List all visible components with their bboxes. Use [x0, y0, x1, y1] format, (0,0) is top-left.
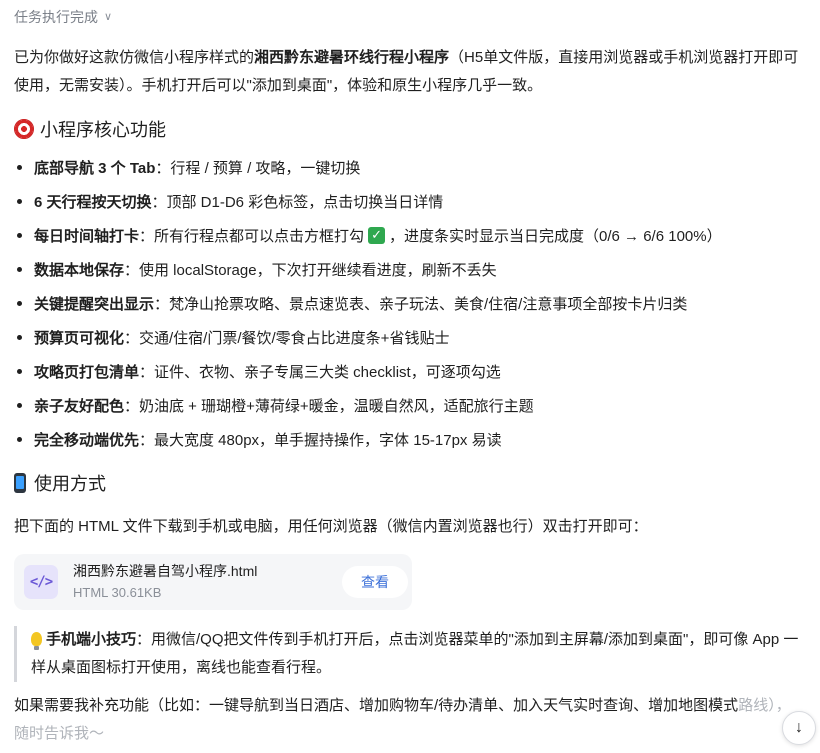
tip-title: 手机端小技巧 [46, 631, 137, 648]
check-mark-icon: ✓ [368, 226, 386, 244]
feature-title: 数据本地保存 [34, 261, 125, 279]
feature-title: 攻略页打包清单 [34, 363, 140, 381]
file-meta: 湘西黔东避暑自驾小程序.html HTML 30.61KB [73, 561, 257, 603]
intro-text-1: 已为你做好这款仿微信小程序样式的 [14, 49, 255, 66]
feature-desc: ：行程 / 预算 / 攻略，一键切换 [155, 159, 361, 177]
feature-title: 亲子友好配色 [34, 397, 125, 415]
usage-heading-text: 使用方式 [34, 474, 106, 494]
feature-title: 完全移动端优先 [34, 431, 140, 449]
tip-text: ：用微信/QQ把文件传到手机打开后，点击浏览器菜单的"添加到主屏幕/添加到桌面"… [31, 631, 799, 676]
feature-desc: ：证件、衣物、亲子专属三大类 checklist，可逐项勾选 [139, 363, 501, 381]
core-features-heading: 小程序核心功能 [14, 112, 814, 146]
feature-title: 6 天行程按天切换 [34, 193, 152, 211]
task-status[interactable]: 任务执行完成 ∨ [14, 0, 814, 34]
feature-desc: ：使用 localStorage，下次打开继续看进度，刷新不丢失 [124, 261, 497, 279]
chevron-down-icon[interactable]: ∨ [104, 10, 112, 23]
feature-list: 底部导航 3 个 Tab ：行程 / 预算 / 攻略，一键切换 6 天行程按天切换… [14, 150, 814, 456]
list-item: 数据本地保存 ：使用 localStorage，下次打开继续看进度，刷新不丢失 [14, 252, 814, 286]
view-file-button[interactable]: 查看 [342, 566, 408, 598]
feature-title: 底部导航 3 个 Tab [34, 159, 156, 177]
list-item: 关键提醒突出显示 ：梵净山抢票攻略、景点速览表、亲子玩法、美食/住宿/注意事项全部… [14, 286, 814, 320]
list-item: 6 天行程按天切换 ：顶部 D1-D6 彩色标签，点击切换当日详情 [14, 184, 814, 218]
chat-message: 任务执行完成 ∨ 已为你做好这款仿微信小程序样式的湘西黔东避暑环线行程小程序（H… [14, 0, 814, 748]
list-item: 每日时间轴打卡 ：所有行程点都可以点击方框打勾 ✓ ，进度条实时显示当日完成度（0/6… [14, 218, 814, 252]
intro-paragraph: 已为你做好这款仿微信小程序样式的湘西黔东避暑环线行程小程序（H5单文件版，直接用… [14, 44, 804, 100]
feature-desc: ：奶油底 + 珊瑚橙+薄荷绿+暖金，温暖自然风，适配旅行主题 [124, 397, 534, 415]
list-item: 底部导航 3 个 Tab ：行程 / 预算 / 攻略，一键切换 [14, 150, 814, 184]
code-file-icon: </> [24, 565, 58, 599]
intro-bold: 湘西黔东避暑环线行程小程序 [254, 49, 450, 66]
arrow-down-icon: ↓ [795, 719, 803, 736]
target-icon [14, 119, 34, 139]
closing-paragraph: 如果需要我补充功能（比如：一键导航到当日酒店、增加购物车/待办清单、加入天气实时… [14, 692, 804, 748]
scroll-to-bottom-button[interactable]: ↓ [782, 711, 816, 745]
feature-desc: ：最大宽度 480px，单手握持操作，字体 15-17px 易读 [139, 431, 502, 449]
core-heading-text: 小程序核心功能 [40, 120, 166, 140]
file-size: HTML 30.61KB [73, 585, 162, 600]
list-item: 亲子友好配色 ：奶油底 + 珊瑚橙+薄荷绿+暖金，温暖自然风，适配旅行主题 [14, 388, 814, 422]
feature-desc: ：交通/住宿/门票/餐饮/零食占比进度条+省钱贴士 [124, 329, 450, 347]
light-bulb-icon [31, 632, 42, 650]
feature-title: 关键提醒突出显示 [34, 295, 155, 313]
file-attachment-card[interactable]: </> 湘西黔东避暑自驾小程序.html HTML 30.61KB 查看 [14, 554, 412, 610]
feature-desc: ：梵净山抢票攻略、景点速览表、亲子玩法、美食/住宿/注意事项全部按卡片归类 [154, 295, 688, 313]
list-item: 预算页可视化 ：交通/住宿/门票/餐饮/零食占比进度条+省钱贴士 [14, 320, 814, 354]
feature-desc: ：所有行程点都可以点击方框打勾 [139, 227, 365, 245]
feature-desc-continued: ，进度条实时显示当日完成度（0/6 → 6/6 100%） [389, 227, 722, 245]
mobile-phone-icon [14, 473, 26, 493]
feature-desc: ：顶部 D1-D6 彩色标签，点击切换当日详情 [151, 193, 444, 211]
closing-text: 如果需要我补充功能（比如：一键导航到当日酒店、增加购物车/待办清单、加入天气实时… [14, 697, 739, 714]
tip-blockquote: 手机端小技巧：用微信/QQ把文件传到手机打开后，点击浏览器菜单的"添加到主屏幕/… [14, 626, 807, 682]
feature-title: 预算页可视化 [34, 329, 125, 347]
usage-heading: 使用方式 [14, 466, 814, 500]
feature-title: 每日时间轴打卡 [34, 227, 140, 245]
list-item: 攻略页打包清单 ：证件、衣物、亲子专属三大类 checklist，可逐项勾选 [14, 354, 814, 388]
list-item: 完全移动端优先 ：最大宽度 480px，单手握持操作，字体 15-17px 易读 [14, 422, 814, 456]
usage-text: 把下面的 HTML 文件下载到手机或电脑，用任何浏览器（微信内置浏览器也行）双击… [14, 517, 648, 535]
file-name: 湘西黔东避暑自驾小程序.html [73, 563, 258, 579]
task-status-text: 任务执行完成 [14, 9, 98, 25]
